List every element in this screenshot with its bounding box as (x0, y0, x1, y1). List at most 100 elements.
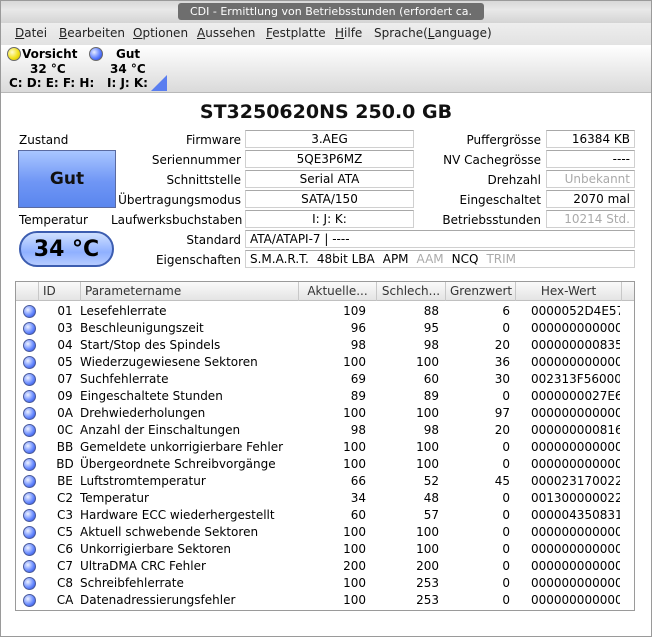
table-cell: C5 (56, 525, 73, 539)
table-cell: 04 (57, 338, 73, 352)
menu-item-5[interactable]: Hilfe (335, 26, 362, 40)
table-row[interactable]: C2 Temperatur 34 48 0 001300000022 (16, 490, 634, 507)
table-row[interactable]: C6 Unkorrigierbare Sektoren 100 100 0 0000000… (16, 541, 634, 558)
table-row[interactable]: 01 Lesefehlerrate 109 88 6 0000052D4E57 (16, 303, 634, 320)
table-cell: 100 (343, 576, 366, 590)
menu-item-0[interactable]: Datei (15, 26, 47, 40)
column-header-0[interactable]: ID (39, 282, 81, 301)
drive-2-temp[interactable]: 34 °C (110, 62, 146, 76)
drive-2-status[interactable]: Gut (116, 47, 140, 61)
feature-3: AAM (416, 252, 444, 266)
menu-item-4[interactable]: Festplatte (266, 26, 326, 40)
status-dot-icon (23, 577, 36, 590)
table-row[interactable]: 07 Suchfehlerrate 69 60 30 002313F56000 (16, 371, 634, 388)
column-header-1[interactable]: Parametername (81, 282, 299, 301)
table-cell: 96 (350, 321, 366, 335)
features-value: S.M.A.R.T. 48bit LBA APM AAM NCQ TRIM (245, 250, 635, 268)
table-row[interactable]: C7 UltraDMA CRC Fehler 200 200 0 000000000000 (16, 558, 634, 575)
table-row[interactable]: BE Luftstromtemperatur 66 52 45 000023170022 (16, 473, 634, 490)
drive-letters-value: I: J: K: (245, 210, 414, 228)
power-on-hours-value: 10214 Std. (546, 210, 635, 228)
table-cell: 100 (343, 593, 366, 607)
health-status-button[interactable]: Gut (18, 150, 116, 208)
menu-item-6[interactable]: Sprache(Language) (374, 26, 492, 40)
table-cell: 60 (423, 372, 439, 386)
table-cell: 000004350831 (531, 508, 620, 522)
table-row[interactable]: 03 Beschleunigungszeit 96 95 0 000000000000 (16, 320, 634, 337)
table-row[interactable]: C3 Hardware ECC wiederhergestellt 60 57 0 000… (16, 507, 634, 524)
table-cell: 89 (423, 389, 439, 403)
table-cell: 253 (416, 593, 439, 607)
serial-value: 5QE3P6MZ (245, 150, 414, 168)
zustand-label: Zustand (19, 133, 69, 147)
menu-item-1[interactable]: Bearbeiten (59, 26, 125, 40)
table-cell: BB (56, 440, 74, 454)
column-header-2[interactable]: Aktuelle... (299, 282, 377, 301)
table-row[interactable]: 0C Anzahl der Einschaltungen 98 98 20 0000000… (16, 422, 634, 439)
table-row[interactable]: CA Datenadressierungsfehler 100 253 0 0000000… (16, 592, 634, 609)
table-cell: 100 (343, 457, 366, 471)
drive-status-caution-icon[interactable] (7, 47, 21, 61)
interface-label: Schnittstelle (166, 173, 241, 187)
drive-1-letters[interactable]: C: D: E: F: H: (9, 76, 94, 90)
table-cell: Übergeordnete Schreibvorgänge (80, 457, 276, 471)
menu-item-2[interactable]: Optionen (133, 26, 188, 40)
table-header: ID Parametername Aktuelle... Schlech... Gren… (16, 282, 634, 301)
title-bar[interactable]: CDI - Ermittlung von Betriebsstunden (er… (1, 1, 651, 35)
table-cell: 000023170022 (531, 474, 620, 488)
disk-model-title: ST3250620NS 250.0 GB (199, 101, 453, 123)
table-cell: Beschleunigungszeit (80, 321, 204, 335)
firmware-label: Firmware (186, 133, 241, 147)
table-row[interactable]: 04 Start/Stop des Spindels 98 98 20 000000000… (16, 337, 634, 354)
smart-attributes-table[interactable]: ID Parametername Aktuelle... Schlech... Gren… (15, 281, 635, 611)
menu-item-3[interactable]: Aussehen (197, 26, 255, 40)
status-dot-icon (23, 424, 36, 437)
status-dot-icon (23, 339, 36, 352)
table-cell: 60 (350, 508, 366, 522)
table-row[interactable]: 05 Wiederzugewiesene Sektoren 100 100 36 0000… (16, 354, 634, 371)
drive-status-good-icon[interactable] (89, 47, 103, 61)
status-dot-icon (23, 356, 36, 369)
table-cell: Wiederzugewiesene Sektoren (80, 355, 258, 369)
standard-value: ATA/ATAPI-7 | ---- (245, 230, 635, 248)
table-cell: Suchfehlerrate (80, 372, 169, 386)
table-row[interactable]: BB Gemeldete unkorrigierbare Fehler 100 100… (16, 439, 634, 456)
feature-5: TRIM (486, 252, 517, 266)
table-cell: 000000000835 (531, 338, 620, 352)
table-cell: 09 (57, 389, 73, 403)
table-cell: UltraDMA CRC Fehler (80, 559, 206, 573)
table-row[interactable]: 09 Eingeschaltete Stunden 89 89 0 0000000027E… (16, 388, 634, 405)
app-window: CDI - Ermittlung von Betriebsstunden (er… (0, 0, 652, 637)
table-row[interactable]: 0A Drehwiederholungen 100 100 97 000000000000 (16, 405, 634, 422)
interface-value: Serial ATA (245, 170, 414, 188)
table-row[interactable]: BD Übergeordnete Schreibvorgänge 100 100 0 00… (16, 456, 634, 473)
table-cell: 000000000000 (531, 440, 620, 454)
rotation-rate-label: Drehzahl (487, 173, 542, 187)
table-row[interactable]: C5 Aktuell schwebende Sektoren 100 100 0 0000… (16, 524, 634, 541)
status-dot-icon (23, 458, 36, 471)
table-cell: 000000000000 (531, 321, 620, 335)
temperature-display[interactable]: 34 °C (19, 231, 114, 267)
table-cell: 98 (350, 338, 366, 352)
column-header-5[interactable]: Hex-Wert (516, 282, 622, 301)
status-dot-icon (23, 560, 36, 573)
column-header-icon[interactable] (16, 282, 39, 301)
column-header-3[interactable]: Schlech... (377, 282, 446, 301)
column-header-4[interactable]: Grenzwert (446, 282, 516, 301)
table-cell: 0 (502, 440, 510, 454)
status-dot-icon (23, 390, 36, 403)
drive-1-temp[interactable]: 32 °C (30, 62, 66, 76)
table-cell: C2 (56, 491, 73, 505)
table-cell: 000000000000 (531, 457, 620, 471)
drive-1-status[interactable]: Vorsicht (22, 47, 77, 61)
table-cell: 000000000816 (531, 423, 620, 437)
table-row[interactable]: C8 Schreibfehlerrate 100 253 0 000000000000 (16, 575, 634, 592)
table-cell: C7 (56, 559, 73, 573)
table-cell: Unkorrigierbare Sektoren (80, 542, 232, 556)
table-cell: Gemeldete unkorrigierbare Fehler (80, 440, 284, 454)
rotation-rate-value: Unbekannt (546, 170, 635, 188)
table-cell: 48 (423, 491, 439, 505)
status-dot-icon (23, 475, 36, 488)
table-cell: 0 (502, 559, 510, 573)
drive-2-letters[interactable]: I: J: K: (107, 76, 148, 90)
